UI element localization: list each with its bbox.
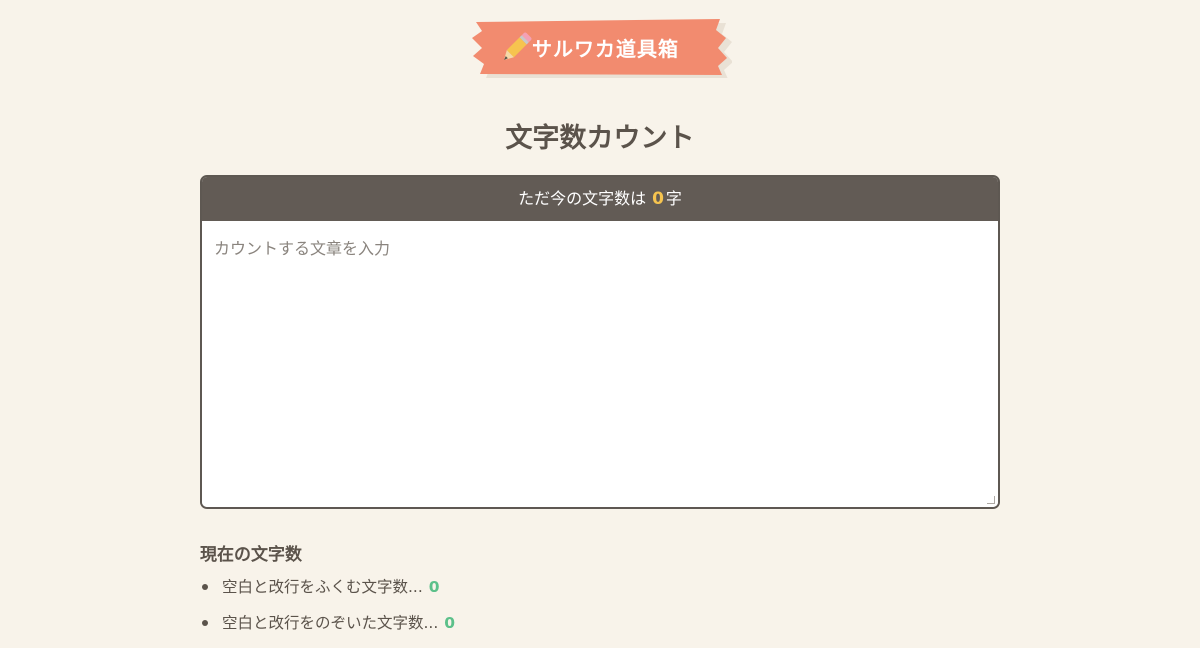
stat-value: 0 bbox=[428, 578, 440, 596]
text-input[interactable] bbox=[202, 221, 998, 507]
character-count: 0 bbox=[652, 189, 664, 209]
stat-label: 空白と改行をのぞいた文字数... bbox=[222, 614, 439, 632]
stat-value: 0 bbox=[444, 614, 456, 632]
counter-prefix: ただ今の文字数は bbox=[518, 189, 647, 208]
logo-text: サルワカ道具箱 bbox=[532, 37, 679, 61]
stat-label: 空白と改行をふくむ文字数... bbox=[222, 578, 423, 596]
site-logo[interactable]: サルワカ道具箱 bbox=[470, 18, 732, 78]
stats-list: 空白と改行をふくむ文字数... 0 空白と改行をのぞいた文字数... 0 bbox=[200, 576, 455, 648]
counter-panel: ただ今の文字数は 0 字 bbox=[200, 175, 1000, 509]
counter-header: ただ今の文字数は 0 字 bbox=[202, 177, 998, 221]
bullet-icon bbox=[202, 584, 208, 590]
counter-suffix: 字 bbox=[665, 189, 682, 208]
resize-handle[interactable] bbox=[987, 496, 995, 504]
stat-without-spaces: 空白と改行をのぞいた文字数... 0 bbox=[200, 612, 455, 648]
stats-heading: 現在の文字数 bbox=[200, 545, 302, 565]
page-title: 文字数カウント bbox=[505, 123, 695, 154]
bullet-icon bbox=[202, 620, 208, 626]
pencil-icon bbox=[503, 32, 532, 61]
stat-with-spaces: 空白と改行をふくむ文字数... 0 bbox=[200, 576, 455, 612]
